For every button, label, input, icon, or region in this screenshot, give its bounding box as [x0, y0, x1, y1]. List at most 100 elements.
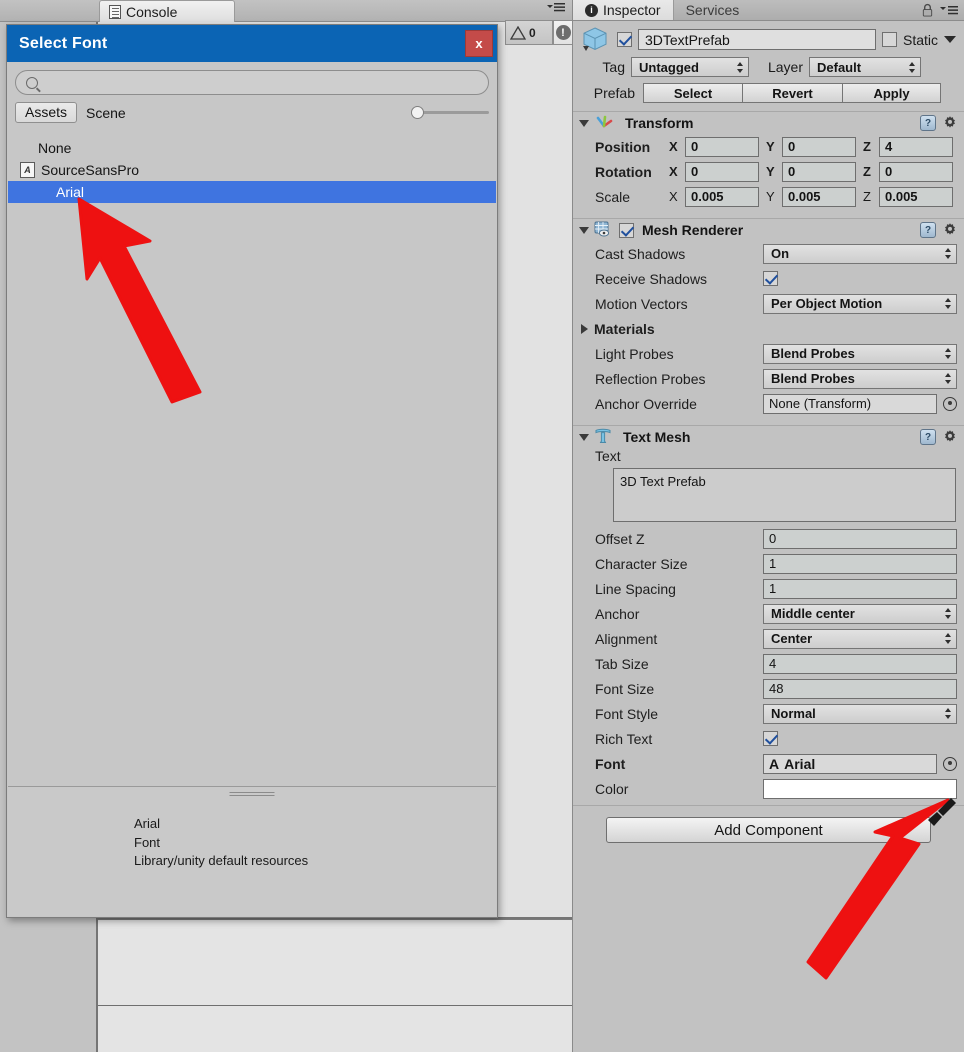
font-size-field[interactable]: 48	[763, 678, 957, 699]
help-icon[interactable]: ?	[920, 222, 936, 238]
rotation-y-field[interactable]: 0	[782, 161, 856, 182]
prefab-cube-icon	[581, 26, 611, 54]
tab-console[interactable]: Console	[99, 0, 235, 22]
gear-icon[interactable]	[942, 429, 958, 445]
prefab-apply-button[interactable]: Apply	[843, 83, 941, 103]
console-error-counter[interactable]: !	[553, 20, 573, 45]
dialog-title: Select Font	[19, 34, 108, 52]
static-checkbox[interactable]	[881, 32, 897, 47]
slider-track	[419, 111, 489, 114]
position-z-field[interactable]: 4	[879, 136, 953, 157]
tab-size-field[interactable]: 4	[763, 653, 957, 674]
gear-icon[interactable]	[942, 115, 958, 131]
tab-services[interactable]: Services	[674, 0, 752, 20]
scale-z-field[interactable]: 0.005	[879, 186, 953, 207]
reflection-probes-label: Reflection Probes	[595, 370, 706, 387]
gear-icon[interactable]	[942, 222, 958, 238]
object-enabled-checkbox[interactable]	[617, 32, 632, 47]
font-style-dropdown[interactable]: Normal	[763, 703, 957, 724]
color-field[interactable]	[763, 778, 957, 799]
list-item[interactable]: None	[8, 137, 496, 159]
chevron-updown-icon	[945, 247, 952, 260]
text-mesh-foldout-icon[interactable]	[579, 433, 589, 441]
console-options-icon[interactable]	[547, 2, 567, 14]
inspector-panel: i Inspector Services 3DTextPrefab Static…	[572, 0, 964, 1052]
object-name-field[interactable]: 3DTextPrefab	[638, 29, 876, 50]
position-y-field[interactable]: 0	[782, 136, 856, 157]
tab-inspector[interactable]: i Inspector	[573, 0, 674, 20]
resize-grip[interactable]	[229, 792, 275, 796]
mesh-renderer-foldout-icon[interactable]	[579, 226, 589, 234]
materials-foldout-icon[interactable]	[581, 323, 588, 334]
tag-dropdown[interactable]: Untagged	[631, 57, 749, 77]
font-object-field[interactable]: A Arial	[763, 753, 937, 774]
console-warning-counter[interactable]: 0	[505, 20, 553, 45]
preview-size-slider[interactable]	[411, 105, 489, 119]
motion-vectors-dropdown[interactable]: Per Object Motion	[763, 293, 957, 314]
font-asset-icon: A	[769, 755, 780, 772]
cast-shadows-dropdown[interactable]: On	[763, 243, 957, 264]
list-item[interactable]: A SourceSansPro	[8, 159, 496, 181]
axis-z-label: Z	[863, 139, 871, 154]
character-size-field[interactable]: 1	[763, 553, 957, 574]
inspector-lock-icon[interactable]	[921, 3, 934, 20]
anchor-override-field[interactable]: None (Transform)	[763, 393, 937, 414]
motion-vectors-value: Per Object Motion	[771, 296, 883, 311]
rich-text-checkbox[interactable]	[763, 731, 778, 746]
offset-z-label: Offset Z	[595, 530, 645, 547]
anchor-override-picker-icon[interactable]	[943, 396, 957, 411]
font-style-label: Font Style	[595, 705, 659, 722]
list-item-selected[interactable]: Arial	[8, 181, 496, 203]
transform-title: Transform	[625, 115, 694, 131]
slider-knob[interactable]	[411, 106, 424, 119]
inspector-menu-icon[interactable]	[940, 5, 958, 19]
component-mesh-renderer: Mesh Renderer ? Cast Shadows On Receive …	[573, 218, 964, 420]
layer-dropdown[interactable]: Default	[809, 57, 921, 77]
font-list[interactable]: None A SourceSansPro Arial	[8, 137, 496, 785]
prefab-select-button[interactable]: Select	[643, 83, 743, 103]
materials-label: Materials	[594, 320, 655, 337]
chevron-updown-icon	[737, 61, 744, 74]
text-mesh-title: Text Mesh	[623, 429, 691, 445]
text-value-textarea[interactable]: 3D Text Prefab	[613, 468, 956, 522]
alignment-dropdown[interactable]: Center	[763, 628, 957, 649]
search-icon	[26, 76, 38, 89]
help-icon[interactable]: ?	[920, 115, 936, 131]
character-size-label: Character Size	[595, 555, 688, 572]
reflection-probes-dropdown[interactable]: Blend Probes	[763, 368, 957, 389]
chevron-updown-icon	[945, 632, 952, 645]
prefab-revert-button[interactable]: Revert	[743, 83, 843, 103]
preview-info: Arial Font Library/unity default resourc…	[134, 815, 308, 871]
rotation-z-field[interactable]: 0	[879, 161, 953, 182]
font-search-box[interactable]	[15, 70, 489, 95]
close-icon[interactable]: x	[465, 30, 493, 57]
search-input[interactable]	[44, 74, 488, 91]
receive-shadows-checkbox[interactable]	[763, 271, 778, 286]
rotation-x-field[interactable]: 0	[685, 161, 759, 182]
offset-z-field[interactable]: 0	[763, 528, 957, 549]
tab-assets[interactable]: Assets	[15, 102, 78, 123]
anchor-dropdown[interactable]: Middle center	[763, 603, 957, 624]
position-x-field[interactable]: 0	[685, 136, 759, 157]
object-header: 3DTextPrefab Static Tag Untagged Layer D…	[573, 21, 964, 105]
layer-value: Default	[817, 59, 862, 75]
scale-y-field[interactable]: 0.005	[782, 186, 856, 207]
font-picker-icon[interactable]	[943, 756, 957, 771]
add-component-button[interactable]: Add Component	[606, 817, 931, 843]
tab-scene[interactable]: Scene	[77, 104, 135, 123]
anchor-override-value: None (Transform)	[769, 396, 872, 411]
line-spacing-field[interactable]: 1	[763, 578, 957, 599]
light-probes-dropdown[interactable]: Blend Probes	[763, 343, 957, 364]
mesh-renderer-enabled-checkbox[interactable]	[619, 222, 634, 238]
preview-type: Font	[134, 834, 161, 850]
axis-y-label: Y	[766, 189, 775, 204]
transform-foldout-icon[interactable]	[579, 119, 589, 127]
static-dropdown-icon[interactable]	[944, 36, 956, 43]
color-label: Color	[595, 780, 629, 797]
console-icon	[109, 4, 121, 19]
chevron-updown-icon	[909, 61, 916, 74]
anchor-override-label: Anchor Override	[595, 395, 697, 412]
chevron-updown-icon	[945, 347, 952, 360]
scale-x-field[interactable]: 0.005	[685, 186, 759, 207]
help-icon[interactable]: ?	[920, 429, 936, 445]
